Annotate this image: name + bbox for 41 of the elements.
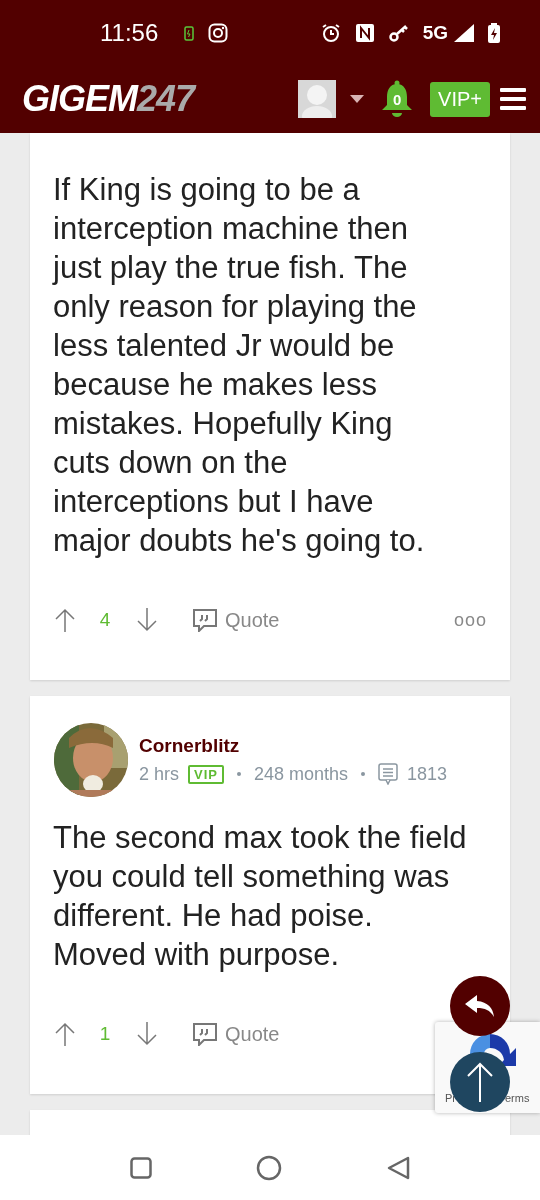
nfc-icon [354,22,375,43]
vip-plus-button[interactable]: VIP+ [430,81,490,117]
arrow-up-icon [467,1062,493,1102]
battery-icon [184,24,195,41]
recents-icon[interactable] [130,1156,152,1179]
post-time: 2 hrs [139,763,180,785]
camera-app-icon [208,22,229,43]
quote-icon [193,1022,217,1046]
separator-dot [361,772,366,776]
caret-icon[interactable] [350,95,365,103]
comments-icon [378,763,399,785]
quote-button[interactable]: Quote [191,608,280,632]
network-label: 5G [422,21,448,44]
post-text: If King is going to be a interception machine then just play the true fish. The only reason for playing the less talented Jr would be because he makes less mistakes. Hopefully King cuts down on the interceptions but I have major doubts he's going to. [53,171,426,560]
recaptcha-text[interactable]: erms [505,1092,530,1104]
back-icon[interactable] [386,1155,410,1180]
vip-badge: VIP [188,764,224,784]
downvote-icon[interactable] [137,608,157,632]
downvote-icon[interactable] [137,1022,157,1046]
quote-icon [193,608,217,632]
quote-button[interactable]: Quote [191,1022,280,1046]
upvote-icon[interactable] [55,1022,75,1046]
menu-icon[interactable] [500,88,526,110]
clock-time: 11:56 [100,18,159,47]
member-tenure: 248 months [254,763,349,785]
user-avatar[interactable] [298,80,337,118]
more-options[interactable]: ooo [453,609,487,631]
site-logo[interactable]: GIGEM247 [22,78,195,120]
upvote-icon[interactable] [55,608,75,632]
post-count: 1813 [407,763,448,785]
username-link[interactable]: Cornerblitz [139,735,448,757]
key-icon [388,22,409,43]
separator-dot [237,772,241,776]
vote-count: 1 [98,1023,112,1045]
reply-icon [465,995,495,1017]
battery-charging-icon [488,22,500,43]
signal-icon [454,23,474,42]
vote-count: 4 [98,609,112,631]
home-icon[interactable] [256,1154,282,1181]
alarm-icon [320,22,341,43]
post-text: The second max took the field you could tell something was different. He had poise. Moved with purpose. [53,819,468,974]
